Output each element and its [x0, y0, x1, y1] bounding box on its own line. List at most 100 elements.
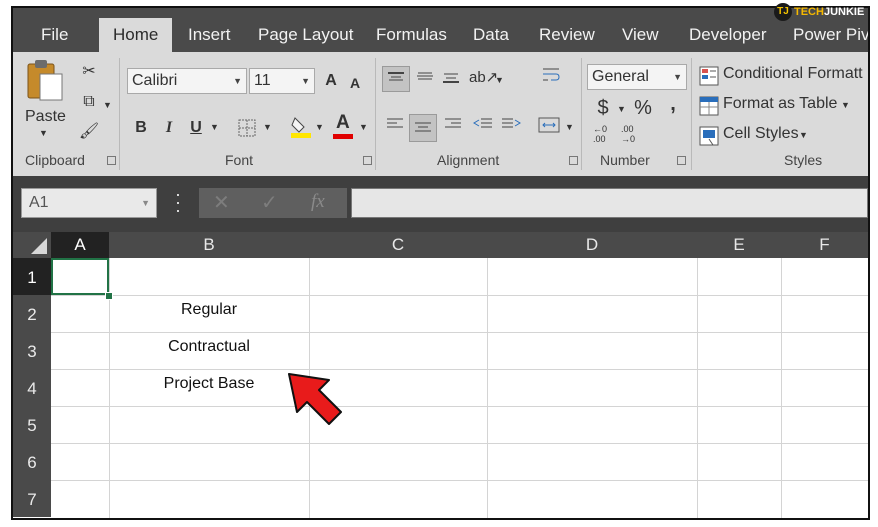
gridline: [697, 258, 698, 518]
format-painter-icon[interactable]: 🖌: [77, 120, 101, 144]
accounting-format-button[interactable]: $: [591, 96, 615, 120]
gridline: [781, 258, 782, 518]
cut-icon[interactable]: ✂: [77, 60, 101, 84]
active-cell-a1[interactable]: [51, 258, 109, 295]
column-header-f[interactable]: F: [781, 232, 868, 258]
paste-button[interactable]: Paste ▼: [23, 58, 69, 146]
bold-button[interactable]: B: [129, 116, 153, 140]
comma-style-button[interactable]: ,: [661, 92, 685, 116]
select-all-corner[interactable]: [13, 232, 51, 258]
number-launcher-icon[interactable]: [677, 156, 686, 165]
more-options-icon[interactable]: · · ·: [175, 185, 181, 219]
font-size-dropdown[interactable]: 11 ▼: [249, 68, 315, 94]
tab-view[interactable]: View: [622, 16, 659, 52]
number-group-label: Number: [600, 152, 650, 168]
font-launcher-icon[interactable]: [363, 156, 372, 165]
copy-icon[interactable]: ⧉: [77, 90, 101, 114]
name-box[interactable]: A1 ▼: [21, 188, 157, 218]
increase-font-size-button[interactable]: A: [319, 69, 343, 93]
orientation-dropdown-caret[interactable]: ▼: [495, 75, 504, 85]
align-center-icon[interactable]: [409, 114, 437, 142]
column-header-d[interactable]: D: [487, 232, 697, 258]
column-header-b[interactable]: B: [109, 232, 309, 258]
increase-decimal-button[interactable]: ←0 .00: [593, 124, 617, 148]
alignment-launcher-icon[interactable]: [569, 156, 578, 165]
chevron-down-icon: ▼: [141, 198, 150, 208]
enter-icon[interactable]: ✓: [261, 190, 278, 215]
chevron-down-icon: ▼: [673, 72, 682, 82]
conditional-formatting-button[interactable]: Conditional Formatt: [699, 64, 868, 88]
borders-icon[interactable]: [235, 116, 259, 140]
column-header-c[interactable]: C: [309, 232, 487, 258]
tab-developer[interactable]: Developer: [689, 16, 767, 52]
cell-b4[interactable]: Project Base: [109, 375, 309, 393]
excel-window: File Home Insert Page Layout Formulas Da…: [11, 6, 870, 520]
underline-button[interactable]: U: [184, 116, 208, 140]
borders-dropdown-caret[interactable]: ▼: [263, 122, 272, 132]
italic-button[interactable]: I: [157, 116, 181, 140]
format-as-table-icon: [699, 96, 719, 116]
tab-page-layout[interactable]: Page Layout: [258, 16, 353, 52]
fill-color-icon[interactable]: [289, 114, 313, 138]
wrap-text-icon[interactable]: [539, 66, 563, 90]
font-color-dropdown-caret[interactable]: ▼: [359, 122, 368, 132]
cell-styles-button[interactable]: Cell Styles ▼: [699, 124, 868, 148]
font-name-dropdown[interactable]: Calibri ▼: [127, 68, 247, 94]
decrease-decimal-button[interactable]: .00 →0: [621, 124, 645, 148]
paste-dropdown-caret[interactable]: ▼: [39, 128, 48, 138]
insert-function-icon[interactable]: fx: [311, 191, 325, 213]
chevron-down-icon: ▼: [841, 100, 850, 110]
row-header-3[interactable]: 3: [13, 332, 51, 369]
tab-review[interactable]: Review: [539, 16, 595, 52]
font-color-letter: A: [336, 112, 350, 133]
copy-dropdown-caret[interactable]: ▼: [103, 100, 112, 110]
middle-align-icon[interactable]: [413, 68, 437, 92]
bottom-align-icon[interactable]: [439, 68, 463, 92]
align-left-icon[interactable]: [383, 116, 407, 140]
number-format-dropdown[interactable]: General ▼: [587, 64, 687, 90]
divider: [691, 58, 692, 170]
gridline: [51, 332, 868, 333]
tab-data[interactable]: Data: [473, 16, 509, 52]
orientation-icon[interactable]: ab↗: [469, 66, 498, 90]
cell-b2[interactable]: Regular: [109, 301, 309, 319]
clipboard-launcher-icon[interactable]: [107, 156, 116, 165]
fill-handle[interactable]: [105, 292, 113, 300]
row-header-1[interactable]: 1: [13, 258, 51, 295]
name-box-value: A1: [29, 194, 49, 211]
column-header-e[interactable]: E: [697, 232, 781, 258]
row-header-5[interactable]: 5: [13, 406, 51, 443]
gridline: [51, 480, 868, 481]
format-as-table-button[interactable]: Format as Table ▼: [699, 94, 868, 118]
gridline: [51, 369, 868, 370]
merge-center-icon[interactable]: [537, 116, 561, 140]
row-header-6[interactable]: 6: [13, 443, 51, 480]
column-header-a[interactable]: A: [51, 232, 109, 258]
font-color-button[interactable]: A: [331, 112, 355, 140]
tab-insert[interactable]: Insert: [188, 16, 231, 52]
decrease-indent-icon[interactable]: [471, 116, 495, 140]
formula-input[interactable]: [351, 188, 868, 218]
decrease-font-size-button[interactable]: A: [343, 71, 367, 95]
techjunkie-logo: TJ TECHJUNKIE: [774, 3, 864, 23]
tab-formulas[interactable]: Formulas: [376, 16, 447, 52]
divider: [581, 58, 582, 170]
cancel-icon[interactable]: ✕: [213, 190, 230, 215]
accounting-dropdown-caret[interactable]: ▼: [617, 104, 626, 114]
number-format-value: General: [592, 68, 649, 85]
top-align-icon[interactable]: [382, 66, 410, 92]
row-header-7[interactable]: 7: [13, 480, 51, 517]
row-header-4[interactable]: 4: [13, 369, 51, 406]
decrease-decimal-top: .00: [621, 124, 634, 134]
tab-home[interactable]: Home: [99, 18, 173, 52]
underline-dropdown-caret[interactable]: ▼: [210, 122, 219, 132]
increase-indent-icon[interactable]: [499, 116, 523, 140]
cell-b3[interactable]: Contractual: [109, 338, 309, 356]
format-as-table-label: Format as Table: [723, 95, 838, 112]
fill-color-dropdown-caret[interactable]: ▼: [315, 122, 324, 132]
align-right-icon[interactable]: [441, 116, 465, 140]
tab-file[interactable]: File: [41, 16, 68, 52]
row-header-2[interactable]: 2: [13, 295, 51, 332]
percent-style-button[interactable]: %: [631, 96, 655, 120]
merge-dropdown-caret[interactable]: ▼: [565, 122, 574, 132]
